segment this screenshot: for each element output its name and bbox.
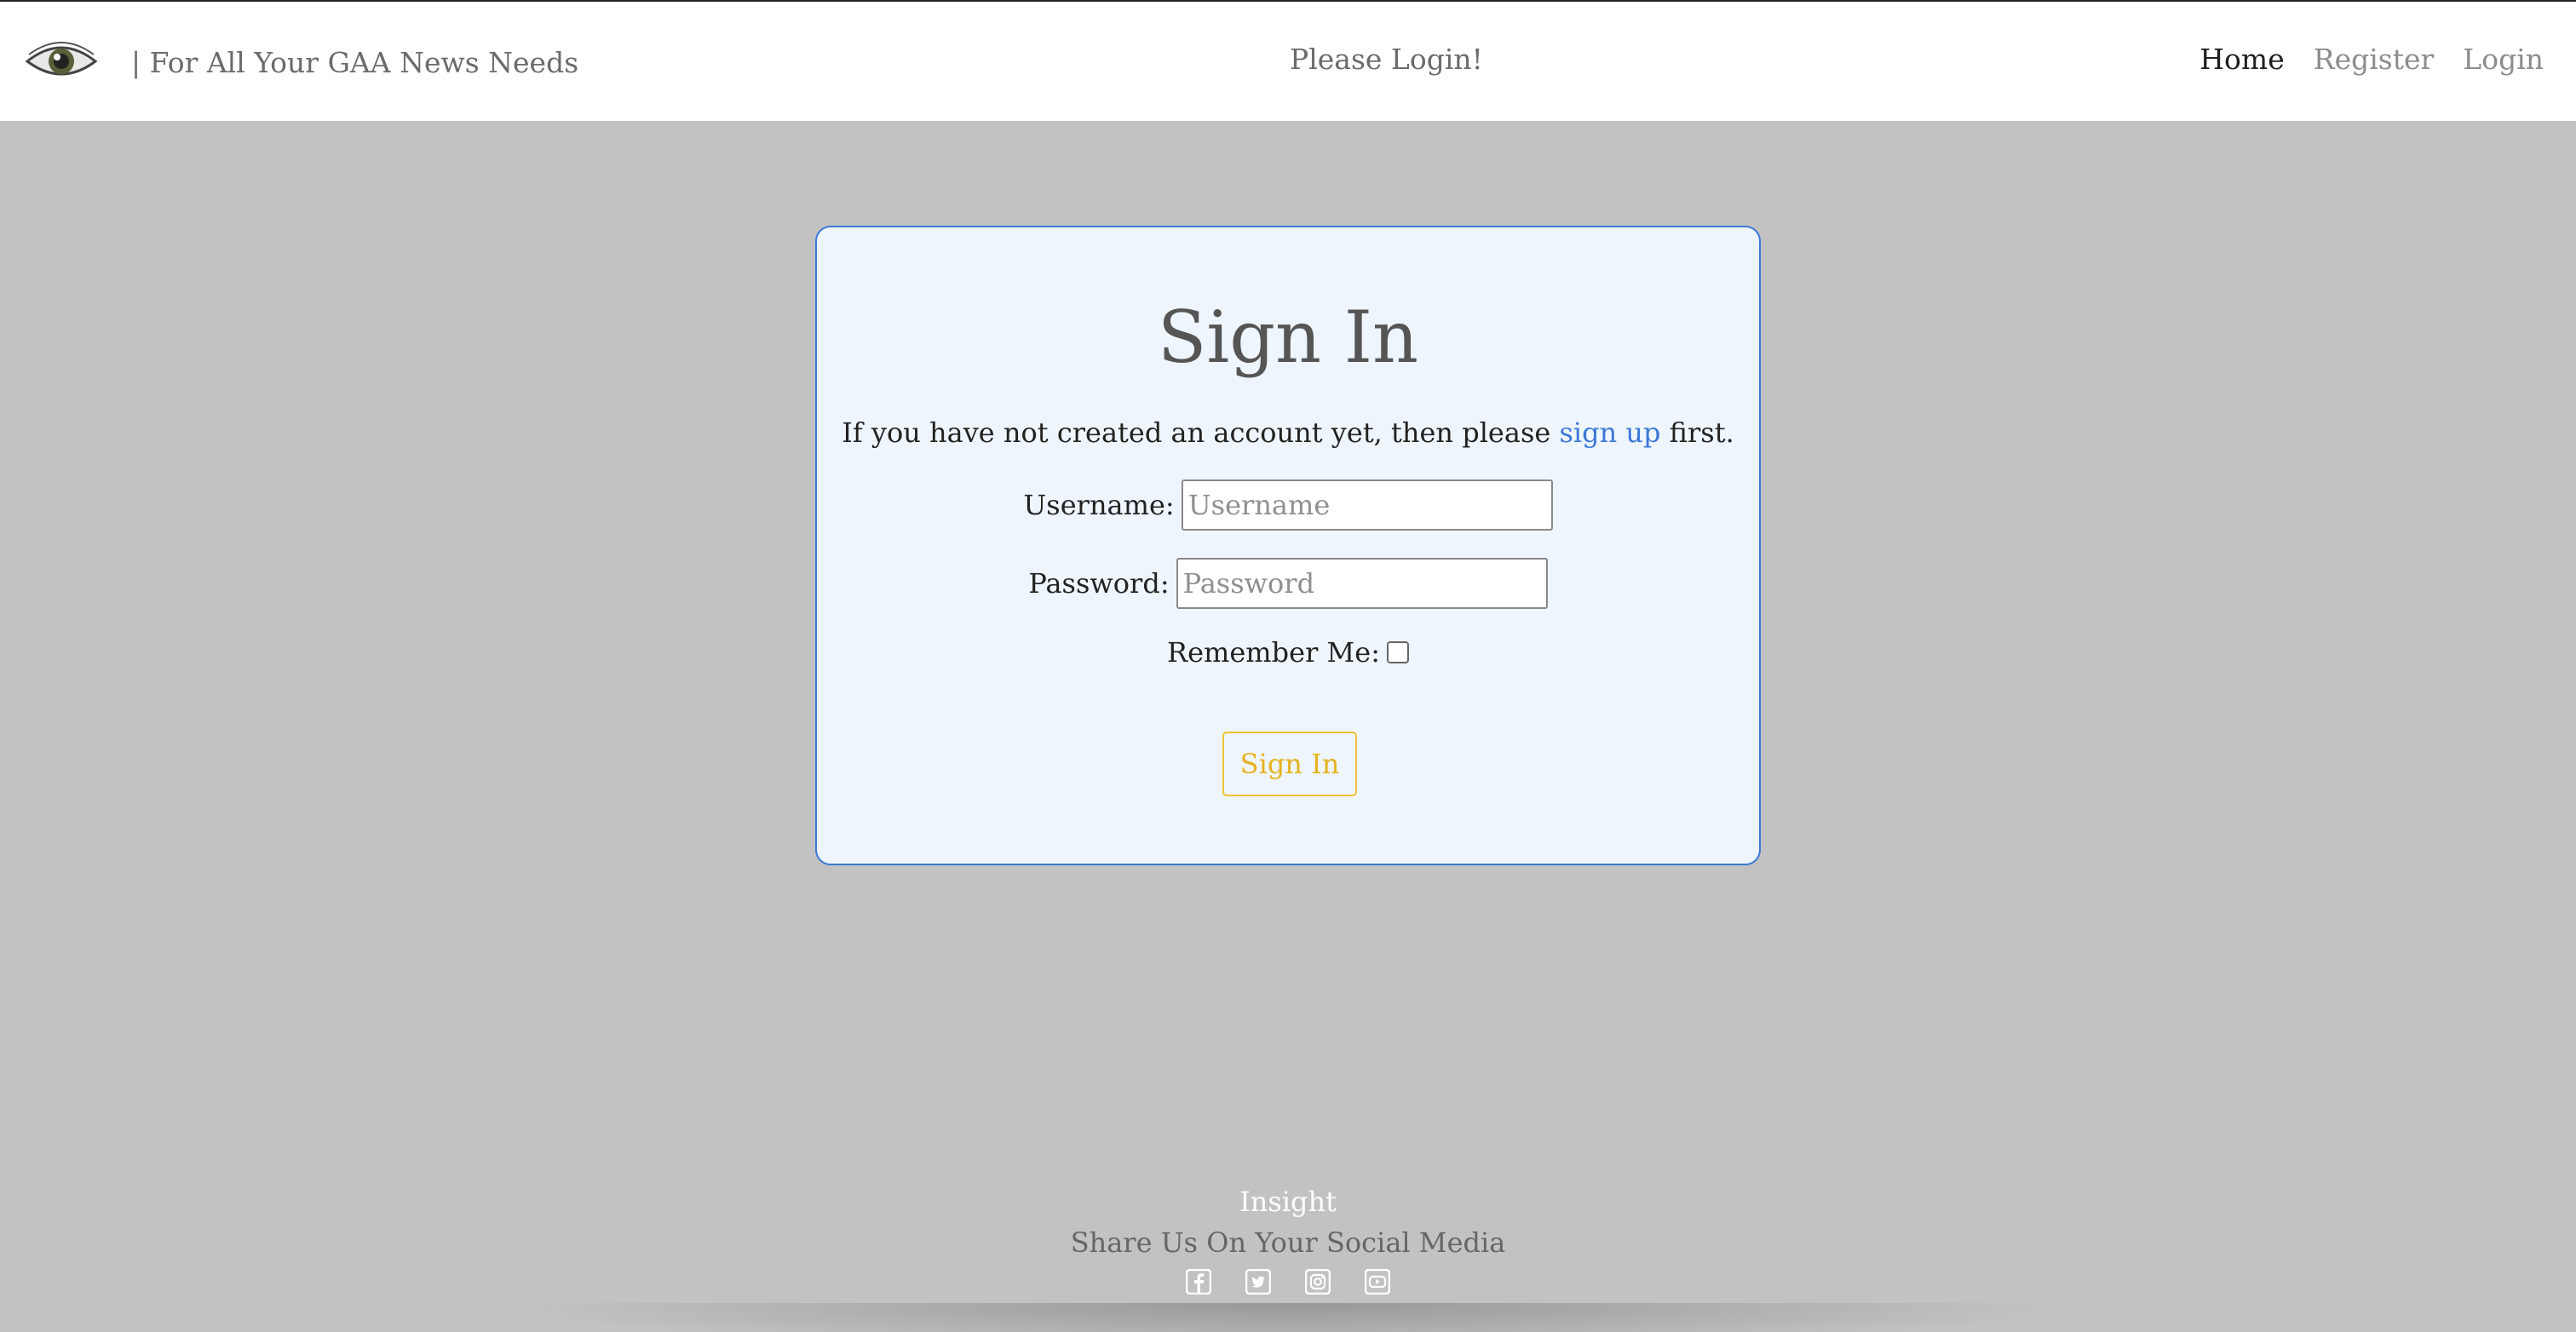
- footer-brand: Insight: [1239, 1186, 1337, 1218]
- twitter-icon[interactable]: [1245, 1269, 1271, 1295]
- facebook-icon[interactable]: [1186, 1269, 1211, 1295]
- remember-label: Remember Me:: [1166, 636, 1381, 669]
- intro-text-before: If you have not created an account yet, …: [842, 416, 1560, 449]
- username-row: Username:: [817, 479, 1759, 531]
- login-notice: Please Login!: [1290, 43, 1483, 76]
- username-input[interactable]: [1181, 479, 1553, 531]
- username-label: Username:: [1023, 489, 1175, 521]
- intro-text-after: first.: [1660, 416, 1734, 449]
- sign-up-link[interactable]: sign up: [1559, 416, 1660, 449]
- remember-row: Remember Me:: [817, 636, 1759, 669]
- nav-links: Home Register Login: [2199, 43, 2544, 76]
- password-label: Password:: [1028, 567, 1170, 600]
- site-tagline: | For All Your GAA News Needs: [131, 46, 579, 79]
- social-links: [0, 1269, 2576, 1295]
- youtube-icon[interactable]: [1365, 1269, 1390, 1295]
- nav-register-link[interactable]: Register: [2314, 43, 2435, 76]
- footer-share-text: Share Us On Your Social Media: [1070, 1226, 1506, 1259]
- signin-title: Sign In: [1157, 296, 1419, 379]
- remember-me-checkbox[interactable]: [1387, 641, 1410, 663]
- nav-login-link[interactable]: Login: [2463, 43, 2544, 76]
- signin-intro: If you have not created an account yet, …: [817, 416, 1759, 449]
- instagram-icon[interactable]: [1305, 1269, 1331, 1295]
- password-input[interactable]: [1176, 558, 1548, 609]
- signin-card: Sign In If you have not created an accou…: [815, 226, 1761, 865]
- sign-in-button[interactable]: Sign In: [1222, 732, 1357, 796]
- footer-shadow: [511, 1303, 2070, 1332]
- navbar: | For All Your GAA News Needs Please Log…: [0, 2, 2576, 121]
- eye-logo-icon[interactable]: [24, 36, 99, 87]
- password-row: Password:: [817, 558, 1759, 609]
- nav-home-link[interactable]: Home: [2199, 43, 2284, 76]
